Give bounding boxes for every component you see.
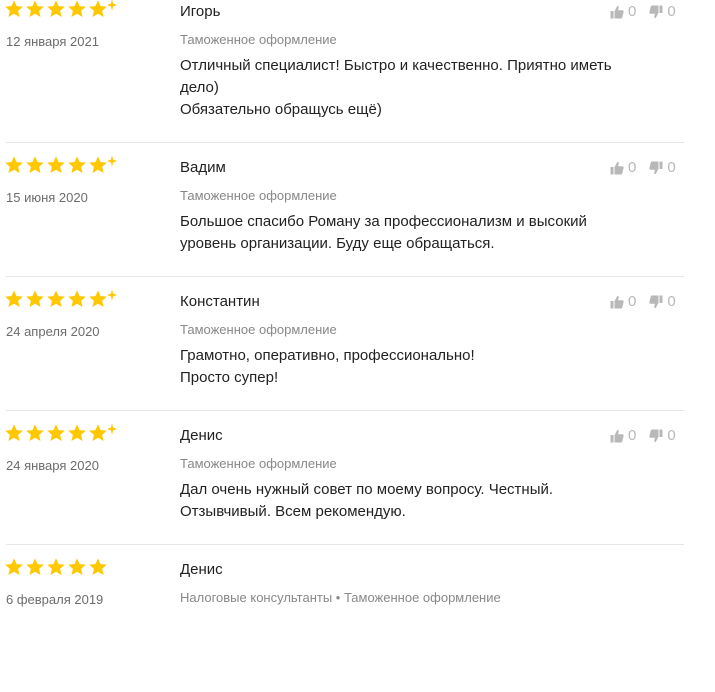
star-icon — [88, 0, 108, 19]
star-icon — [25, 289, 45, 309]
review-item: 6 февраля 2019 Денис Налоговые консультант… — [0, 558, 715, 692]
star-icon — [46, 289, 66, 309]
divider — [6, 142, 684, 143]
author-name: Константин — [180, 293, 260, 310]
star-icon — [88, 423, 108, 443]
like-button[interactable]: 0 — [610, 159, 636, 176]
thumbs-down-icon[interactable] — [649, 161, 663, 175]
review-text: Дал очень нужный совет по моему вопросу.… — [180, 479, 680, 523]
star-icon — [4, 557, 24, 577]
vote-controls: 00 — [610, 159, 676, 176]
vote-controls: 00 — [610, 427, 676, 444]
review-item: 24 апреля 2020 Константин Таможенное оформ… — [0, 289, 715, 424]
rating-stars — [4, 423, 117, 445]
review-item: 12 января 2021 Игорь Таможенное оформление… — [0, 0, 715, 134]
rating-stars — [4, 0, 117, 21]
review-date: 15 июня 2020 — [6, 190, 88, 205]
like-count: 0 — [628, 3, 637, 20]
review-text-line: Грамотно, оперативно, профессионально! — [180, 347, 475, 364]
star-icon — [67, 423, 87, 443]
review-date: 24 января 2020 — [6, 458, 99, 473]
thumbs-down-icon[interactable] — [649, 5, 663, 19]
star-icon — [25, 423, 45, 443]
author-name: Вадим — [180, 159, 226, 176]
divider — [6, 544, 684, 545]
review-text-line: дело) — [180, 79, 219, 96]
star-icon — [4, 155, 24, 175]
sparkle-icon — [107, 154, 117, 167]
star-icon — [4, 289, 24, 309]
thumbs-up-icon[interactable] — [610, 429, 624, 443]
review-category: Таможенное оформление — [180, 188, 337, 203]
rating-stars — [4, 155, 117, 177]
dislike-count: 0 — [667, 3, 676, 20]
like-count: 0 — [628, 293, 637, 310]
review-date: 6 февраля 2019 — [6, 592, 104, 607]
star-icon — [25, 0, 45, 19]
star-icon — [67, 155, 87, 175]
star-icon — [25, 155, 45, 175]
dislike-count: 0 — [667, 159, 676, 176]
review-text-line: Просто супер! — [180, 369, 279, 386]
like-button[interactable]: 0 — [610, 3, 636, 20]
thumbs-up-icon[interactable] — [610, 295, 624, 309]
star-icon — [46, 557, 66, 577]
review-text: Грамотно, оперативно, профессионально! Пр… — [180, 345, 680, 389]
review-text: Отличный специалист! Быстро и качественн… — [180, 55, 680, 121]
review-category: Таможенное оформление — [180, 322, 337, 337]
like-count: 0 — [628, 159, 637, 176]
star-icon — [67, 557, 87, 577]
star-icon — [25, 557, 45, 577]
thumbs-down-icon[interactable] — [649, 295, 663, 309]
review-text-line: уровень организации. Буду еще обращаться… — [180, 235, 495, 252]
dislike-count: 0 — [667, 427, 676, 444]
star-icon — [46, 0, 66, 19]
review-item: 24 января 2020 Денис Таможенное оформление… — [0, 423, 715, 558]
dislike-button[interactable]: 0 — [649, 293, 676, 310]
review-text-line: Отличный специалист! Быстро и качественн… — [180, 57, 612, 74]
review-item: 15 июня 2020 Вадим Таможенное оформление Бо… — [0, 155, 715, 290]
dislike-count: 0 — [667, 293, 676, 310]
review-text-line: Большое спасибо Роману за профессионализ… — [180, 213, 587, 230]
star-icon — [46, 155, 66, 175]
star-icon — [4, 423, 24, 443]
dislike-button[interactable]: 0 — [649, 159, 676, 176]
rating-stars — [4, 557, 109, 579]
divider — [6, 410, 684, 411]
author-name: Денис — [180, 427, 223, 444]
star-icon — [88, 155, 108, 175]
sparkle-icon — [107, 288, 117, 301]
review-text-line: Дал очень нужный совет по моему вопросу.… — [180, 481, 554, 498]
sparkle-icon — [107, 0, 117, 11]
star-icon — [4, 0, 24, 19]
review-category: Налоговые консультанты • Таможенное офор… — [180, 590, 501, 605]
star-icon — [88, 289, 108, 309]
star-icon — [67, 0, 87, 19]
dislike-button[interactable]: 0 — [649, 427, 676, 444]
review-category: Таможенное оформление — [180, 456, 337, 471]
like-button[interactable]: 0 — [610, 293, 636, 310]
review-text-line: Обязательно обращусь ещё) — [180, 101, 382, 118]
review-date: 12 января 2021 — [6, 34, 99, 49]
star-icon — [88, 557, 108, 577]
thumbs-down-icon[interactable] — [649, 429, 663, 443]
vote-controls: 00 — [610, 3, 676, 20]
thumbs-up-icon[interactable] — [610, 161, 624, 175]
review-category: Таможенное оформление — [180, 32, 337, 47]
review-text-line: Отзывчивый. Всем рекомендую. — [180, 503, 406, 520]
star-icon — [67, 289, 87, 309]
sparkle-icon — [107, 422, 117, 435]
author-name: Игорь — [180, 3, 221, 20]
thumbs-up-icon[interactable] — [610, 5, 624, 19]
like-button[interactable]: 0 — [610, 427, 636, 444]
like-count: 0 — [628, 427, 637, 444]
divider — [6, 276, 684, 277]
rating-stars — [4, 289, 117, 311]
review-date: 24 апреля 2020 — [6, 324, 100, 339]
dislike-button[interactable]: 0 — [649, 3, 676, 20]
vote-controls: 00 — [610, 293, 676, 310]
author-name: Денис — [180, 561, 223, 578]
star-icon — [46, 423, 66, 443]
review-text: Большое спасибо Роману за профессионализ… — [180, 211, 680, 255]
